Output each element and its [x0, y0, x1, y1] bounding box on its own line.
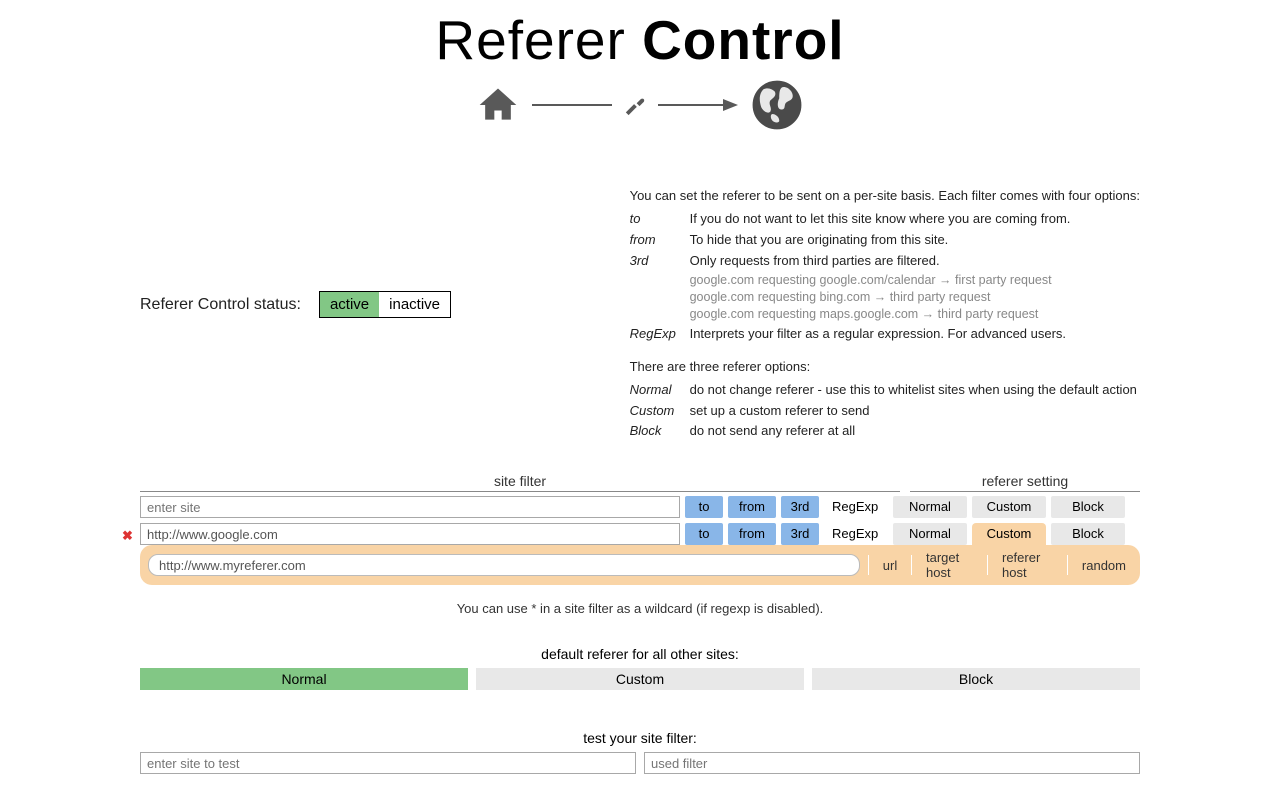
third-button[interactable]: 3rd — [781, 523, 819, 545]
regexp-button[interactable]: RegExp — [824, 496, 878, 518]
filter-row-new: to from 3rd RegExp Normal Custom Block — [140, 496, 1140, 518]
help-3rd-ex3: google.com requesting maps.google.com → … — [690, 306, 1140, 323]
site-input-new[interactable] — [140, 496, 680, 518]
custom-referer-host-button[interactable]: referer host — [996, 550, 1059, 580]
help-regexp-term: RegExp — [630, 325, 690, 344]
test-used-filter-input[interactable] — [644, 752, 1140, 774]
help-3rd-ex1: google.com requesting google.com/calenda… — [690, 272, 1140, 289]
status-label: Referer Control status: — [140, 296, 301, 314]
regexp-button[interactable]: RegExp — [824, 523, 878, 545]
delete-row-button[interactable]: ✖ — [122, 528, 133, 544]
wrench-icon — [624, 94, 646, 116]
help-3rd-desc: Only requests from third parties are fil… — [690, 252, 1140, 271]
default-block-button[interactable]: Block — [812, 668, 1140, 690]
test-title: test your site filter: — [140, 730, 1140, 746]
help-from-desc: To hide that you are originating from th… — [690, 231, 1140, 250]
to-button[interactable]: to — [685, 523, 723, 545]
status-toggle[interactable]: active inactive — [319, 291, 451, 318]
help-normal-desc: do not change referer - use this to whit… — [690, 381, 1140, 400]
title-part2: Control — [642, 9, 845, 71]
help-section2: There are three referer options: — [630, 358, 1140, 377]
help-from-term: from — [630, 231, 690, 250]
status-active-button[interactable]: active — [320, 292, 379, 317]
custom-button[interactable]: Custom — [972, 496, 1046, 518]
default-title: default referer for all other sites: — [140, 646, 1140, 662]
header-referer-setting: referer setting — [910, 473, 1140, 492]
custom-referer-input[interactable] — [148, 554, 860, 576]
from-button[interactable]: from — [728, 496, 776, 518]
normal-button[interactable]: Normal — [893, 523, 967, 545]
help-normal-term: Normal — [630, 381, 690, 400]
custom-random-button[interactable]: random — [1076, 558, 1132, 573]
default-custom-button[interactable]: Custom — [476, 668, 804, 690]
custom-button-selected[interactable]: Custom — [972, 523, 1046, 545]
help-regexp-desc: Interprets your filter as a regular expr… — [690, 325, 1140, 344]
help-3rd-term: 3rd — [630, 252, 690, 323]
help-3rd-ex2: google.com requesting bing.com → third p… — [690, 289, 1140, 306]
header-site-filter: site filter — [140, 473, 900, 492]
normal-button[interactable]: Normal — [893, 496, 967, 518]
title-part1: Referer — [435, 9, 642, 71]
to-button[interactable]: to — [685, 496, 723, 518]
test-site-input[interactable] — [140, 752, 636, 774]
status-inactive-button[interactable]: inactive — [379, 292, 450, 317]
help-to-desc: If you do not want to let this site know… — [690, 210, 1140, 229]
custom-url-button[interactable]: url — [877, 558, 903, 573]
help-custom-term: Custom — [630, 402, 690, 421]
default-normal-button[interactable]: Normal — [140, 668, 468, 690]
wildcard-hint: You can use * in a site filter as a wild… — [140, 601, 1140, 616]
custom-target-host-button[interactable]: target host — [920, 550, 979, 580]
help-custom-desc: set up a custom referer to send — [690, 402, 1140, 421]
globe-icon — [750, 78, 804, 132]
help-block-desc: do not send any referer at all — [690, 422, 1140, 441]
help-text: You can set the referer to be sent on a … — [630, 187, 1260, 443]
help-block-term: Block — [630, 422, 690, 441]
filter-row-1: ✖ to from 3rd RegExp Normal Custom Block — [140, 523, 1140, 545]
site-input-1[interactable] — [140, 523, 680, 545]
arrow-icon — [658, 97, 738, 113]
page-title: Referer Control — [20, 8, 1260, 72]
help-to-term: to — [630, 210, 690, 229]
home-icon — [476, 83, 520, 127]
from-button[interactable]: from — [728, 523, 776, 545]
help-intro: You can set the referer to be sent on a … — [630, 187, 1140, 206]
banner-illustration — [20, 78, 1260, 132]
block-button[interactable]: Block — [1051, 496, 1125, 518]
line-icon — [532, 99, 612, 111]
custom-referer-strip: url target host referer host random — [140, 545, 1140, 585]
block-button[interactable]: Block — [1051, 523, 1125, 545]
third-button[interactable]: 3rd — [781, 496, 819, 518]
